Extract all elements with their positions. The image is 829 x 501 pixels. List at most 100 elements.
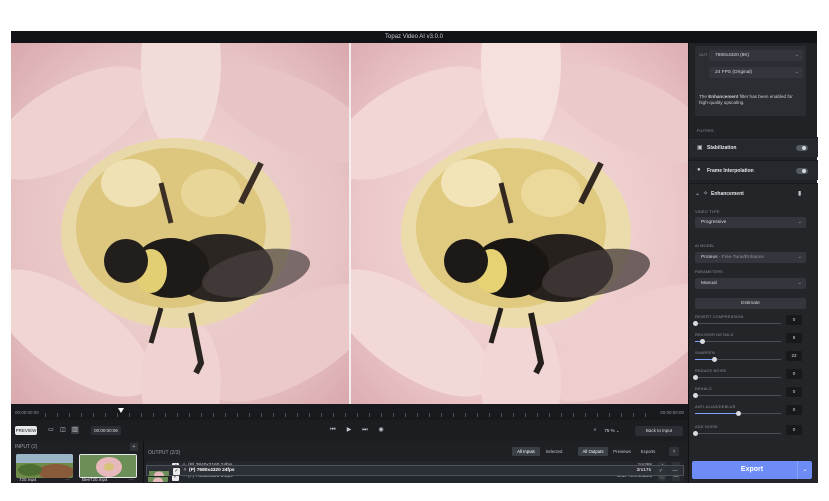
slider-track[interactable] <box>695 377 781 378</box>
filter-all-inputs[interactable]: All Inputs <box>512 447 540 456</box>
stabilization-row[interactable]: ▣ Stabilization <box>689 137 818 157</box>
more-icon[interactable]: … <box>129 476 134 481</box>
resolution-select[interactable]: 7680x4320 (8K) ⌄ <box>709 50 803 61</box>
landscape-thumbnail <box>16 454 73 478</box>
input-thumb-2[interactable] <box>79 454 137 478</box>
check-icon[interactable]: ✓ <box>657 467 665 475</box>
slider-knob[interactable] <box>711 357 717 362</box>
timeline-ticks <box>45 413 654 417</box>
video-type-value: Progressive <box>701 220 727 225</box>
parameters-select[interactable]: Manual ⌄ <box>695 278 806 289</box>
filter-selected[interactable]: Selected <box>542 447 566 456</box>
slider-value-input[interactable]: 8 <box>786 333 802 343</box>
slider-fill <box>695 413 738 414</box>
output-row-3[interactable]: ✓ ✧ (P) 7680x4320 24fps 2m17s ✓ — <box>146 465 684 476</box>
settings-sidebar: OUT 7680x4320 (8K) ⌄ 24 FPS (Original) ⌄… <box>688 43 818 483</box>
slider-value-input[interactable]: 0 <box>786 387 802 397</box>
slider-track[interactable] <box>695 395 781 396</box>
slider-track[interactable] <box>695 433 781 434</box>
note-text-bold: Enhancement <box>708 94 739 99</box>
chevron-down-icon[interactable]: ⌄ <box>695 190 700 197</box>
slider-track[interactable] <box>695 341 781 342</box>
slider-row: ANTI-ALIAS/DEBLUR 0 <box>695 402 806 420</box>
current-timecode[interactable]: 00:00:00:06 <box>91 426 121 435</box>
timeline-end-timecode: 00:00:00:00 <box>660 410 684 415</box>
video-type-label: VIDEO TYPE <box>695 210 720 214</box>
zoom-select[interactable]: 75 % ⌄ <box>601 426 623 435</box>
slider-label: DEHALO <box>695 387 712 391</box>
step-back-icon[interactable]: ⏮ <box>329 426 337 434</box>
chevron-down-icon: ⌄ <box>797 280 802 286</box>
ai-model-label: AI MODEL <box>695 244 715 248</box>
input-preview[interactable] <box>11 43 349 404</box>
slider-row: SHARPEN 22 <box>695 348 806 366</box>
output-preview[interactable] <box>351 43 688 404</box>
slider-value-input[interactable]: 0 <box>786 425 802 435</box>
slider-knob[interactable] <box>699 339 705 344</box>
estimate-button[interactable]: Estimate <box>695 298 806 309</box>
help-button[interactable]: ? <box>669 447 679 456</box>
video-type-select[interactable]: Progressive ⌄ <box>695 217 806 228</box>
slider-label: SHARPEN <box>695 351 715 355</box>
input-panel: INPUT (2) + 720.mp4 … Bee720.mp4 … <box>11 441 144 483</box>
ai-model-select[interactable]: Proteus - Fine-Tune/Enhance ⌄ <box>695 252 806 263</box>
export-button[interactable]: Export <box>692 461 812 479</box>
chevron-down-icon: ⌄ <box>797 219 802 225</box>
playhead-marker[interactable] <box>118 408 124 413</box>
filters-label: FILTERS <box>697 129 714 133</box>
slider-label: REDUCE NOISE <box>695 369 727 373</box>
slider-track[interactable] <box>695 323 781 324</box>
side-by-side-icon[interactable]: ◫ <box>59 426 67 434</box>
slider-knob[interactable] <box>693 321 698 326</box>
timeline-start-timecode: 00:00:00:00 <box>15 410 39 415</box>
slider-knob[interactable] <box>693 431 698 436</box>
view-previews[interactable]: Previews <box>610 447 634 456</box>
output-header: OUTPUT (2/3) <box>148 450 181 456</box>
back-to-input-button[interactable]: Back to Input <box>635 426 683 436</box>
slider-label: RECOVER DETAILS <box>695 333 734 337</box>
step-forward-icon[interactable]: ⏭ <box>361 426 369 434</box>
fps-select[interactable]: 24 FPS (Original) ⌄ <box>709 67 803 78</box>
more-icon[interactable]: … <box>65 476 70 481</box>
slider-value-input[interactable]: 22 <box>786 351 802 361</box>
slider-value-input[interactable]: 0 <box>786 405 802 415</box>
output-settings-block: OUT 7680x4320 (8K) ⌄ 24 FPS (Original) ⌄… <box>695 46 806 116</box>
split-view-icon[interactable]: ▥ <box>71 426 79 434</box>
preview-button[interactable]: PREVIEW <box>15 426 37 435</box>
input-file-name-1: 720.mp4 <box>19 477 37 482</box>
slider-row: RECOVER DETAILS 8 <box>695 330 806 348</box>
single-view-icon[interactable]: ▭ <box>47 426 55 434</box>
timeline[interactable]: 00:00:00:00 00:00:00:00 <box>11 404 688 420</box>
lock-icon[interactable]: ▮ <box>798 190 801 197</box>
output-status: 2m17s <box>636 468 651 473</box>
stabilization-label: Stabilization <box>707 145 737 151</box>
add-input-button[interactable]: + <box>130 443 138 451</box>
view-exports[interactable]: Exports <box>636 447 660 456</box>
flower-bee-enhanced-image <box>351 43 688 404</box>
frame-interpolation-toggle[interactable] <box>796 168 808 174</box>
output-checkbox[interactable]: ✓ <box>173 468 180 475</box>
output-thumb <box>149 467 169 476</box>
slider-value-input[interactable]: 0 <box>786 369 802 379</box>
slider-row: DEHALO 0 <box>693 384 806 402</box>
remove-icon[interactable]: — <box>671 467 679 475</box>
stabilization-toggle[interactable] <box>796 145 808 151</box>
enhance-icon: ✧ <box>703 191 709 197</box>
ai-model-sub: - Fine-Tune/Enhance <box>717 255 764 260</box>
chevron-down-icon[interactable]: ⌄ <box>797 461 812 479</box>
input-file-name-2: Bee720.mp4 <box>82 477 108 482</box>
plus-icon: + <box>132 444 136 450</box>
frame-interpolation-row[interactable]: ● Frame Interpolation <box>689 160 818 180</box>
slider-knob[interactable] <box>736 411 741 416</box>
resolution-value: 7680x4320 (8K) <box>715 53 750 58</box>
slider-knob[interactable] <box>693 393 698 398</box>
chevron-down-icon: ⌄ <box>797 254 802 260</box>
slider-knob[interactable] <box>693 375 698 380</box>
loop-icon[interactable]: ◉ <box>377 426 385 434</box>
play-icon[interactable]: ▶ <box>345 426 353 434</box>
input-thumb-1[interactable] <box>16 454 73 478</box>
fps-value: 24 FPS (Original) <box>715 70 753 75</box>
slider-label: REVERT COMPRESSION <box>695 315 744 319</box>
view-all-outputs[interactable]: All Outputs <box>578 447 608 456</box>
slider-value-input[interactable]: 0 <box>786 315 802 325</box>
